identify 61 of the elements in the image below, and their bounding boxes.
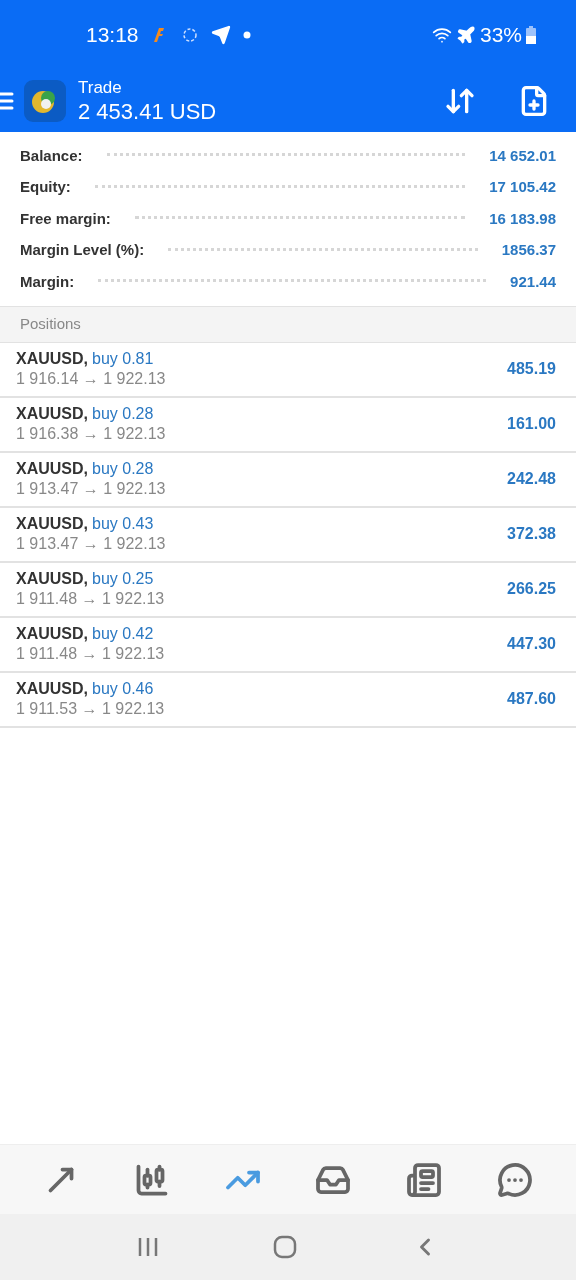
symbol-text: XAUUSD,: [16, 514, 88, 534]
profit-value: 447.30: [507, 634, 557, 654]
summary-label: Balance:: [20, 145, 83, 166]
price-range: 1 911.48 → 1 922.13: [16, 589, 165, 609]
position-row[interactable]: XAUUSD, buy 0.43 1 913.47 → 1 922.13 372.38: [0, 507, 576, 563]
recent-apps-icon[interactable]: [137, 1236, 159, 1258]
order-side: buy 0.46: [92, 679, 154, 699]
position-row[interactable]: XAUUSD, buy 0.42 1 911.48 → 1 922.13 447.30: [0, 617, 576, 673]
account-balance: 2 453.41 USD: [78, 97, 217, 126]
profit-value: 266.25: [507, 579, 557, 599]
price-range: 1 913.47 → 1 922.13: [16, 479, 166, 499]
position-row[interactable]: XAUUSD, buy 0.81 1 916.14 → 1 922.13 485.19: [0, 342, 576, 398]
profit-value: 485.19: [507, 359, 557, 379]
sync-icon: [180, 26, 199, 44]
price-range: 1 916.14 → 1 922.13: [16, 369, 166, 389]
position-row[interactable]: XAUUSD, buy 0.28 1 916.38 → 1 922.13 161.00: [0, 397, 576, 453]
symbol-text: XAUUSD,: [16, 404, 88, 424]
profit-value: 372.38: [507, 524, 557, 544]
status-time: 13:18: [86, 22, 139, 49]
profit-value: 242.48: [507, 469, 557, 489]
battery-icon: [526, 26, 536, 44]
symbol-text: XAUUSD,: [16, 459, 88, 479]
summary-value: 14 652.01: [489, 145, 556, 166]
battery-percent: 33%: [479, 22, 522, 49]
summary-value: 16 183.98: [489, 208, 556, 229]
symbol-text: XAUUSD,: [16, 624, 88, 644]
price-range: 1 913.47 → 1 922.13: [16, 534, 166, 554]
price-range: 1 911.48 → 1 922.13: [16, 644, 165, 664]
summary-value: 1856.37: [501, 240, 556, 260]
symbol-text: XAUUSD,: [16, 349, 88, 369]
symbol-text: XAUUSD,: [16, 569, 88, 589]
position-row[interactable]: XAUUSD, buy 0.28 1 913.47 → 1 922.13 242.48: [0, 452, 576, 508]
wifi-icon: [431, 25, 452, 45]
profit-value: 161.00: [507, 414, 557, 434]
app-logo-icon: [24, 80, 66, 122]
symbol-text: XAUUSD,: [16, 679, 88, 699]
position-row[interactable]: XAUUSD, buy 0.46 1 911.53 → 1 922.13 487.60: [0, 672, 576, 728]
order-side: buy 0.28: [92, 459, 154, 479]
summary-label: Free margin:: [20, 208, 111, 229]
position-row[interactable]: XAUUSD, buy 0.25 1 911.48 → 1 922.13 266.25: [0, 562, 576, 618]
home-icon[interactable]: [273, 1235, 297, 1259]
summary-label: Margin Level (%):: [20, 240, 145, 260]
section-header: Positions: [0, 306, 576, 343]
order-side: buy 0.25: [92, 569, 154, 589]
order-side: buy 0.43: [92, 514, 154, 534]
order-side: buy 0.28: [92, 404, 154, 424]
telegram-icon: [210, 25, 231, 45]
newspaper-icon: [405, 1161, 442, 1198]
chat-icon: [496, 1161, 533, 1198]
order-side: buy 0.42: [92, 624, 154, 644]
summary-value: 17 105.42: [489, 177, 556, 197]
order-side: buy 0.81: [92, 349, 154, 369]
summary-label: Margin:: [20, 271, 75, 292]
summary-value: 921.44: [510, 271, 556, 292]
dot-icon: [242, 31, 251, 39]
price-range: 1 911.53 → 1 922.13: [16, 699, 165, 719]
airplane-icon: [455, 25, 476, 45]
screen-title: Trade: [78, 76, 123, 98]
price-range: 1 916.38 → 1 922.13: [16, 424, 166, 444]
profit-value: 487.60: [507, 689, 557, 709]
summary-label: Equity:: [20, 177, 71, 197]
